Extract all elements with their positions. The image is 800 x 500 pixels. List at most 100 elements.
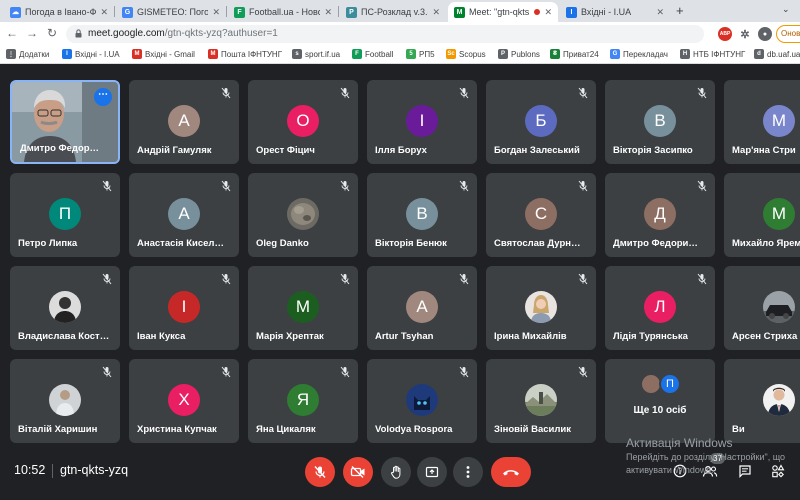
tab-weather[interactable]: ☁ Погода в Івано-Фра ✕: [4, 2, 114, 22]
url-path: /gtn-qkts-yzq?authuser=1: [164, 28, 278, 39]
more-participants-tile[interactable]: П Ще 10 осіб: [605, 359, 715, 443]
participant-name: Лідія Турянська: [613, 331, 688, 342]
participant-name: Святослав Дурн…: [494, 238, 581, 249]
participant-name: Богдан Залеський: [494, 145, 580, 156]
participant-tile[interactable]: Владислава Кост…: [10, 266, 120, 350]
rp5-icon: 5: [406, 49, 416, 59]
clock: 10:52: [14, 463, 46, 477]
more-options-button[interactable]: [453, 457, 483, 487]
tile-options-button[interactable]: ⋯: [94, 88, 112, 106]
participant-tile[interactable]: Х Христина Купчак: [129, 359, 239, 443]
mic-off-icon: [340, 180, 350, 192]
tab-iua[interactable]: I Вхідні - I.UA ✕: [560, 2, 670, 22]
bookmark-scopus[interactable]: Sc Scopus: [446, 49, 486, 59]
tab-search-icon[interactable]: ⌄: [782, 4, 790, 15]
participant-name: Ірина Михайлів: [494, 331, 567, 342]
microphone-toggle-button[interactable]: [305, 457, 335, 487]
mic-off-icon: [697, 273, 707, 285]
reload-button[interactable]: ↻: [44, 26, 60, 40]
leave-call-button[interactable]: [491, 457, 531, 487]
browser-tab-strip: ☁ Погода в Івано-Фра ✕ G GISMETEO: Погод…: [0, 0, 800, 22]
bookmark-db-uaf[interactable]: d db.uaf.ua: [754, 49, 800, 59]
bookmark-translate[interactable]: G Перекладач: [610, 49, 668, 59]
tab-close-icon[interactable]: ✕: [544, 7, 552, 18]
participant-tile[interactable]: Л Лідія Турянська: [605, 266, 715, 350]
avatar: [49, 384, 81, 416]
tab-close-icon[interactable]: ✕: [212, 7, 220, 18]
present-screen-icon: [425, 466, 439, 478]
tab-close-icon[interactable]: ✕: [100, 7, 108, 18]
participant-tile[interactable]: Volodya Rospora: [367, 359, 477, 443]
avatar: [763, 384, 795, 416]
tab-close-icon[interactable]: ✕: [432, 7, 440, 18]
participant-tile[interactable]: А Artur Tsyhan: [367, 266, 477, 350]
back-button[interactable]: ←: [4, 26, 20, 40]
address-bar[interactable]: meet.google.com/gtn-qkts-yzq?authuser=1: [66, 25, 704, 43]
bookmark-iua-inbox[interactable]: I Вхідні - I.UA: [62, 49, 120, 59]
participant-tile[interactable]: Oleg Danko: [248, 173, 358, 257]
new-tab-button[interactable]: +: [676, 3, 684, 18]
participant-tile[interactable]: І Ілля Борух: [367, 80, 477, 164]
avatar: [406, 384, 438, 416]
bookmark-privat24[interactable]: ₴ Приват24: [550, 49, 599, 59]
participant-tile[interactable]: І Іван Кукса: [129, 266, 239, 350]
participant-tile[interactable]: М Марія Хрептак: [248, 266, 358, 350]
avatar: [525, 384, 557, 416]
tab-schedule[interactable]: P ПС-Розклад v.3.8.2 ✕: [340, 2, 446, 22]
mic-off-icon: [221, 366, 231, 378]
forward-button[interactable]: →: [24, 26, 40, 40]
participant-tile[interactable]: М Михайло Ярем: [724, 173, 800, 257]
participant-tile[interactable]: А Андрій Гамуляк: [129, 80, 239, 164]
avatar: І: [168, 291, 200, 323]
participant-tile[interactable]: А Анастасія Кисел…: [129, 173, 239, 257]
mic-off-icon: [578, 180, 588, 192]
bookmark-football[interactable]: F Football: [352, 49, 393, 59]
camera-toggle-button[interactable]: [343, 457, 373, 487]
participant-tile[interactable]: Д Дмитро Федори…: [605, 173, 715, 257]
participant-tile[interactable]: Ірина Михайлів: [486, 266, 596, 350]
bookmark-ntb[interactable]: Н НТБ ІФНТУНГ: [680, 49, 745, 59]
participant-name: Зіновій Василик: [494, 424, 571, 435]
participant-tile[interactable]: В Вікторія Засипко: [605, 80, 715, 164]
bookmark-publons[interactable]: P Publons: [498, 49, 540, 59]
meet-favicon-icon: M: [454, 6, 465, 18]
bookmark-gmail[interactable]: M Вхідні - Gmail: [132, 49, 195, 59]
avatar: М: [763, 198, 795, 230]
present-screen-button[interactable]: [417, 457, 447, 487]
tab-football[interactable]: F Football.ua - Новос ✕: [228, 2, 338, 22]
sport-icon: s: [292, 49, 302, 59]
participant-tile[interactable]: Зіновій Василик: [486, 359, 596, 443]
participant-tile[interactable]: О Орест Фіцич: [248, 80, 358, 164]
bookmark-mail-ifntung[interactable]: M Пошта ІФНТУНГ: [208, 49, 282, 59]
bookmark-apps[interactable]: ⋮ Додатки: [6, 49, 49, 59]
participant-name: Ілля Борух: [375, 145, 427, 156]
avatar: Л: [644, 291, 676, 323]
tab-close-icon[interactable]: ✕: [324, 7, 332, 18]
participant-tile[interactable]: С Святослав Дурн…: [486, 173, 596, 257]
participant-tile[interactable]: Б Богдан Залеський: [486, 80, 596, 164]
participant-tile[interactable]: В Вікторія Бенюк: [367, 173, 477, 257]
raise-hand-button[interactable]: [381, 457, 411, 487]
participant-tile[interactable]: Ви: [724, 359, 800, 443]
self-participant-tile[interactable]: ⋯ Дмитро Федор…: [10, 80, 120, 164]
mic-off-icon: [459, 366, 469, 378]
adblock-icon[interactable]: ABP: [718, 27, 732, 41]
bookmark-sport[interactable]: s sport.if.ua: [292, 49, 340, 59]
participant-tile[interactable]: М Мар'яна Стри: [724, 80, 800, 164]
bookmark-rp5[interactable]: 5 РП5: [406, 49, 435, 59]
tab-gismeteo[interactable]: G GISMETEO: Погода ✕: [116, 2, 226, 22]
extensions-icon[interactable]: ✲: [738, 27, 752, 41]
translate-icon: G: [610, 49, 620, 59]
hang-up-icon: [503, 470, 519, 476]
avatar[interactable]: ●: [758, 27, 772, 41]
lock-icon[interactable]: [75, 29, 82, 38]
participant-name: Volodya Rospora: [375, 424, 453, 435]
participant-tile[interactable]: Арсен Стриха: [724, 266, 800, 350]
tab-close-icon[interactable]: ✕: [656, 7, 664, 18]
participant-tile[interactable]: П Петро Липка: [10, 173, 120, 257]
tab-meet[interactable]: M Meet: "gtn-qkts ✕: [448, 2, 558, 22]
participant-tile[interactable]: Я Яна Цикаляк: [248, 359, 358, 443]
participant-tile[interactable]: Віталій Харишин: [10, 359, 120, 443]
participant-name: Іван Кукса: [137, 331, 186, 342]
update-button[interactable]: Онов: [776, 25, 800, 43]
